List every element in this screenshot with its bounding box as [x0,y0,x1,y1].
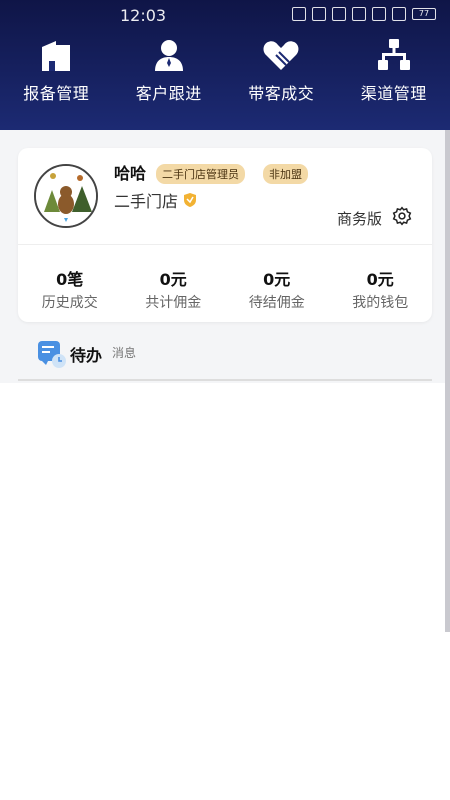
store-name: 二手门店 [114,192,179,211]
stats-row: 0笔 历史成交 0元 共计佣金 0元 待结佣金 0元 我的钱包 [18,266,432,312]
todo-section[interactable]: 待办 消息 [18,334,432,381]
stat-total-commission[interactable]: 0元 共计佣金 [122,266,226,312]
content-area: 哈哈 二手门店管理员 非加盟 二手门店 商务版 0笔 历史成交 0元 共计佣金 [0,130,450,800]
top-header: 12:03 77 报备管理 客户跟进 带客成交 渠道管理 [0,0,450,130]
todo-divider [18,379,432,381]
status-icons: 77 [292,7,436,21]
stat-wallet[interactable]: 0元 我的钱包 [329,266,433,312]
stat-label: 历史成交 [41,295,98,311]
signal-icon [392,7,406,21]
plan-label: 商务版 [336,210,382,228]
nav-item-report[interactable]: 报备管理 [0,36,113,104]
main-nav: 报备管理 客户跟进 带客成交 渠道管理 [0,36,450,104]
nav-label-report: 报备管理 [23,84,90,103]
stat-history-deals[interactable]: 0笔 历史成交 [18,266,122,312]
battery-icon: 77 [412,8,436,20]
person-icon [150,36,188,74]
wifi-icon [372,7,386,21]
nav-item-deal[interactable]: 带客成交 [225,36,338,104]
todo-title: 待办 [70,346,103,365]
store-name-row: 二手门店 [114,188,197,212]
building-icon [37,36,75,74]
todo-subtitle: 消息 [112,346,137,360]
role-badge: 二手门店管理员 [156,164,245,184]
stat-label: 待结佣金 [248,295,305,311]
stat-value: 0元 [159,270,187,289]
todo-icon [38,341,66,368]
nav-label-customer-follow: 客户跟进 [135,84,202,103]
card-divider [18,244,432,245]
avatar[interactable] [34,164,98,228]
stat-label: 共计佣金 [145,295,202,311]
gear-icon[interactable] [392,206,412,226]
verified-shield-icon [184,193,197,207]
stat-value: 0元 [366,270,394,289]
membership-badge: 非加盟 [263,164,308,184]
stat-pending-commission[interactable]: 0元 待结佣金 [225,266,329,312]
mute-icon [312,7,326,21]
status-bar: 12:03 77 [0,4,450,26]
nav-label-deal: 带客成交 [248,84,315,103]
handshake-heart-icon [262,36,300,74]
username: 哈哈 [114,164,147,183]
stat-value: 0笔 [56,270,84,289]
org-chart-icon [375,36,413,74]
stat-value: 0元 [263,270,291,289]
vibrate-icon [352,7,366,21]
stat-label: 我的钱包 [352,295,409,311]
empty-area [0,383,450,800]
nav-item-customer-follow[interactable]: 客户跟进 [113,36,226,104]
status-time: 12:03 [120,6,167,25]
nav-label-channel: 渠道管理 [360,84,427,103]
scrollbar[interactable] [445,130,450,632]
bluetooth-icon [332,7,346,21]
profile-card: 哈哈 二手门店管理员 非加盟 二手门店 商务版 0笔 历史成交 0元 共计佣金 [18,148,432,322]
nfc-icon [292,7,306,21]
nav-item-channel[interactable]: 渠道管理 [338,36,450,104]
